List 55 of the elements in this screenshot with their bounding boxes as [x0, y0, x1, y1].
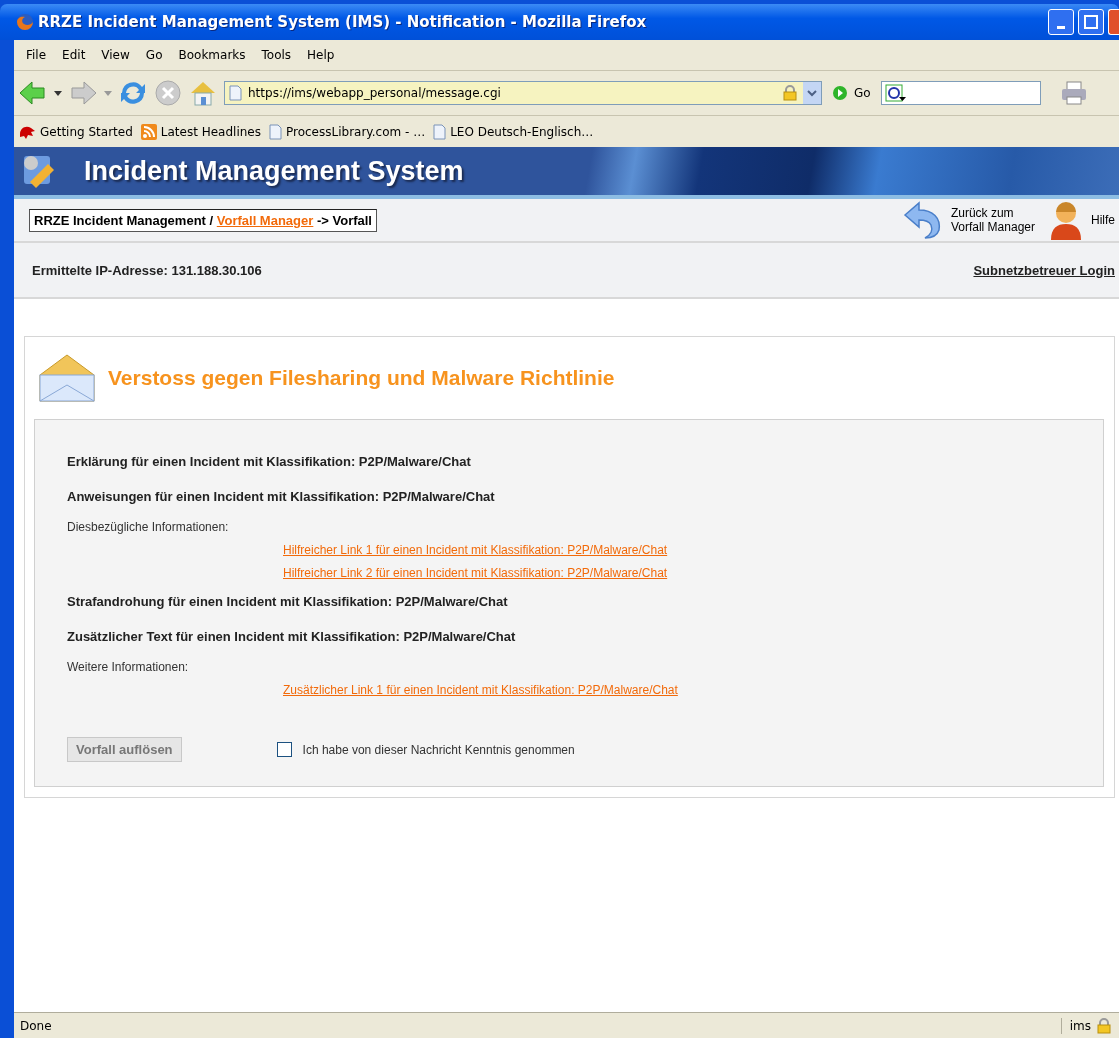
login-link[interactable]: Subnetzbetreuer Login: [973, 262, 1115, 278]
support-person-icon: [1049, 200, 1083, 240]
ip-address-text: Ermittelte IP-Adresse: 131.188.30.106: [32, 262, 262, 278]
menu-item[interactable]: View: [95, 46, 136, 64]
action-link[interactable]: Zurück zum Vorfall Manager: [902, 201, 1035, 239]
info-label: Diesbezügliche Informationen:: [67, 520, 230, 534]
page-icon: [268, 123, 282, 140]
printer-icon[interactable]: [1060, 80, 1087, 106]
close-button[interactable]: [1108, 9, 1119, 35]
forward-arrow-icon[interactable]: [68, 80, 98, 106]
minimize-icon: [1057, 25, 1065, 29]
section-heading: Anweisungen für einen Incident mit Klassifikation: P2P/Malware/Chat: [67, 489, 496, 504]
firefox-icon: [16, 13, 34, 31]
header-title: Incident Management System: [84, 155, 464, 187]
menu-item[interactable]: Help: [301, 46, 341, 64]
search-field[interactable]: [880, 81, 1041, 105]
checkbox-label: Ich habe von dieser Nachricht Kenntnis genommen: [302, 742, 575, 757]
section-heading: Zusätzlicher Text für einen Incident mit Klassifikation: P2P/Malware/Chat: [67, 629, 517, 644]
status-text: Done: [20, 1018, 52, 1033]
bookmark-link[interactable]: Getting Started: [18, 123, 133, 140]
maximize-button[interactable]: [1078, 9, 1104, 35]
envelope-icon: [38, 353, 96, 403]
bookmark-link[interactable]: LEO Deutsch-Englisch…: [433, 123, 594, 140]
lock-icon: [783, 85, 797, 101]
action-link[interactable]: Hilfe: [1049, 200, 1115, 240]
go-button[interactable]: Go: [828, 85, 875, 101]
stop-icon[interactable]: [154, 79, 182, 107]
address-field[interactable]: https://ims/webapp_personal/message.cgi: [224, 81, 822, 105]
back-arrow-icon: [902, 201, 943, 239]
back-arrow-icon[interactable]: [18, 80, 48, 106]
maximize-icon: [1084, 15, 1098, 29]
menu-item[interactable]: Bookmarks: [172, 46, 252, 64]
bookmark-link[interactable]: ProcessLibrary.com - …: [268, 123, 426, 140]
page-icon: [229, 85, 242, 101]
breadcrumb: RRZE Incident Management / Vorfall Manager -> Vorfall: [29, 208, 377, 232]
info-label: Weitere Informationen:: [67, 660, 190, 674]
section-heading: Strafandrohung für einen Incident mit Klassifikation: P2P/Malware/Chat: [67, 594, 509, 609]
acknowledge-checkbox[interactable]: [276, 742, 292, 757]
status-host: ims: [1069, 1018, 1091, 1033]
play-icon: [832, 85, 848, 101]
menu-item[interactable]: File: [20, 46, 53, 64]
page-icon: [433, 123, 447, 140]
lock-icon: [1097, 1017, 1111, 1034]
window-title: RRZE Incident Management System (IMS) - Notification - Mozilla Firefox: [38, 13, 648, 31]
menu-item[interactable]: Edit: [56, 46, 92, 64]
reload-icon[interactable]: [118, 79, 148, 107]
menu-item[interactable]: Go: [139, 46, 169, 64]
bookmark-link[interactable]: Latest Headlines: [140, 123, 261, 140]
search-engine-icon[interactable]: [884, 84, 907, 102]
menu-item[interactable]: Tools: [255, 46, 298, 64]
message-title: Verstoss gegen Filesharing und Malware Richtlinie: [108, 366, 615, 390]
section-heading: Erklärung für einen Incident mit Klassifikation: P2P/Malware/Chat: [67, 454, 472, 469]
dropdown-caret-icon[interactable]: [54, 90, 62, 96]
minimize-button[interactable]: [1048, 9, 1074, 35]
feed-icon: [140, 123, 157, 140]
